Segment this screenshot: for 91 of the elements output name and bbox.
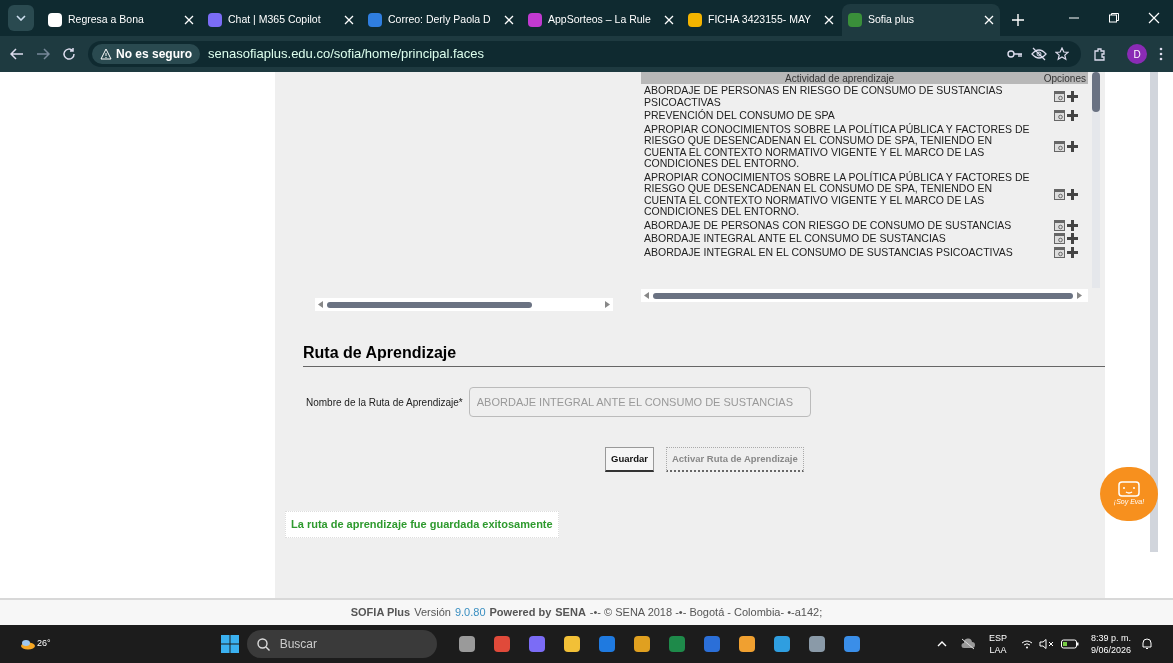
add-icon[interactable]	[1067, 110, 1078, 122]
tab-list-button[interactable]	[8, 5, 34, 31]
tab-title: Correo: Derly Paola D	[388, 12, 492, 28]
extensions-icon[interactable]	[1093, 47, 1107, 61]
browser-tab[interactable]: Chat | M365 Copilot	[202, 4, 360, 36]
detail-icon[interactable]	[1054, 91, 1065, 102]
tab-title: Chat | M365 Copilot	[228, 12, 322, 28]
add-icon[interactable]	[1067, 141, 1078, 152]
scroll-left-icon[interactable]	[644, 292, 649, 299]
detail-icon[interactable]	[1054, 189, 1065, 200]
detail-icon[interactable]	[1054, 141, 1065, 152]
close-icon[interactable]	[824, 15, 834, 25]
vertical-scrollbar[interactable]	[1092, 72, 1100, 288]
add-icon[interactable]	[1067, 91, 1078, 102]
speaker-muted-icon[interactable]	[1038, 639, 1055, 649]
close-icon[interactable]	[1148, 12, 1160, 24]
address-bar[interactable]: No es seguro senasofiaplus.edu.co/sofia/home/principal.faces	[88, 41, 1081, 67]
star-icon[interactable]	[1055, 47, 1069, 61]
footer-text: -•- © SENA 2018 -•- Bogotá - Colombia- •-a142;	[589, 605, 823, 621]
detail-icon[interactable]	[1054, 219, 1065, 231]
column-header: Opciones	[1042, 74, 1087, 84]
browser-tab[interactable]: FICHA 3423155- MAY	[682, 4, 840, 36]
weather-widget[interactable]: 26°	[20, 637, 51, 651]
forward-icon[interactable]	[36, 47, 50, 61]
scroll-right-icon[interactable]	[605, 301, 610, 308]
table-cell-text: PREVENCIÓN DEL CONSUMO DE SPA	[643, 110, 836, 122]
detail-icon[interactable]	[1054, 110, 1065, 122]
warning-icon[interactable]	[100, 48, 112, 60]
table-cell-text: ABORDAJE INTEGRAL ANTE EL CONSUMO DE SUSTANCIAS	[643, 233, 947, 245]
back-icon[interactable]	[10, 47, 24, 61]
eye-off-icon[interactable]	[1031, 47, 1047, 61]
add-icon[interactable]	[1067, 246, 1078, 258]
battery-icon[interactable]	[1060, 639, 1079, 649]
cloud-off-icon[interactable]	[960, 638, 975, 650]
action-button: Activar Ruta de Aprendizaje	[665, 447, 804, 472]
tab-title: Regresa a Bona	[68, 12, 145, 28]
add-icon[interactable]	[1067, 189, 1078, 200]
tab-title: AppSorteos – La Rule	[548, 12, 652, 28]
weather-icon[interactable]	[20, 638, 36, 650]
start-icon[interactable]	[220, 635, 239, 653]
close-icon[interactable]	[504, 15, 514, 25]
search-field[interactable]: Buscar	[246, 630, 437, 658]
detail-icon[interactable]	[1054, 246, 1065, 258]
chevron-up-icon[interactable]	[936, 641, 947, 647]
close-icon[interactable]	[184, 15, 194, 25]
close-icon[interactable]	[664, 15, 674, 25]
detail-icon[interactable]	[1054, 233, 1065, 245]
tab-title: Sofia plus	[868, 12, 916, 28]
section-heading: Ruta de Aprendizaje	[303, 341, 1105, 367]
profile-avatar[interactable]: D	[1127, 44, 1147, 64]
new-tab-icon[interactable]	[1012, 14, 1024, 26]
table-cell-text: APROPIAR CONOCIMIENTOS SOBRE LA POLÍTICA PÚBLICA Y FACTORES DE RIESGO QUE DESENCADENAN EL CONSUMO DE SPA, TENIENDO EN CUENTA EL CONTEXTO NORMATIVO VIGENTE Y EL MARCO DE LAS CONDICIONES DEL ENTORNO.	[643, 171, 1031, 218]
close-icon[interactable]	[344, 15, 354, 25]
chevron-down-icon	[16, 15, 26, 21]
success-message: La ruta de aprendizaje fue guardada exitosamente	[285, 511, 559, 538]
table-cell-text: ABORDAJE DE PERSONAS CON RIESGO DE CONSUMO DE SUSTANCIAS	[643, 219, 1013, 231]
security-label: No es seguro	[116, 46, 193, 63]
scroll-left-icon[interactable]	[318, 301, 323, 308]
action-button[interactable]: Guardar	[605, 447, 654, 472]
menu-icon[interactable]	[1159, 47, 1163, 61]
url-text: senasofiaplus.edu.co/sofia/home/principal.faces	[208, 45, 485, 64]
horizontal-scrollbar[interactable]	[641, 289, 1088, 302]
footer-text: Powered by	[489, 605, 552, 621]
table-cell-text: ABORDAJE INTEGRAL EN EL CONSUMO DE SUSTANCIAS PSICOACTIVAS	[643, 246, 1014, 258]
field-label: Nombre de la Ruta de Aprendizaje*	[306, 395, 463, 410]
clock[interactable]: 8:39 p. m. 9/06/2026	[1090, 632, 1131, 656]
wifi-icon[interactable]	[1020, 639, 1033, 649]
browser-tab[interactable]: Correo: Derly Paola D	[362, 4, 520, 36]
page-scrollbar[interactable]	[1150, 72, 1158, 552]
search-icon[interactable]	[256, 637, 270, 651]
browser-tab[interactable]: AppSorteos – La Rule	[522, 4, 680, 36]
browser-tab[interactable]: Regresa a Bona	[42, 4, 200, 36]
key-icon[interactable]	[1007, 49, 1023, 59]
table-cell-text: APROPIAR CONOCIMIENTOS SOBRE LA POLÍTICA PÚBLICA Y FACTORES DE RIESGO QUE DESENCADENAN EL CONSUMO DE SPA, TENIENDO EN CUENTA EL CONTEXTO NORMATIVO VIGENTE Y EL MARCO DE LAS CONDICIONES DEL ENTORNO.	[643, 123, 1031, 170]
table-cell-text: ABORDAJE DE PERSONAS EN RIESGO DE CONSUMO DE SUSTANCIAS PSICOACTIVAS	[643, 85, 1004, 108]
add-icon[interactable]	[1067, 233, 1078, 245]
language-indicator[interactable]: ESP LAA	[988, 632, 1007, 656]
tab-title: FICHA 3423155- MAY	[708, 12, 813, 28]
reload-icon[interactable]	[62, 47, 76, 61]
close-icon[interactable]	[984, 15, 994, 25]
scroll-right-icon[interactable]	[1077, 292, 1082, 299]
security-chip[interactable]: No es seguro	[92, 44, 201, 64]
horizontal-scrollbar[interactable]	[315, 298, 613, 311]
footer-text: SENA	[555, 605, 586, 621]
add-icon[interactable]	[1067, 219, 1078, 231]
bell-icon[interactable]	[1141, 638, 1153, 650]
column-header: Actividad de aprendizaje	[784, 74, 895, 84]
restore-icon[interactable]	[1108, 12, 1120, 24]
browser-tab[interactable]: Sofia plus	[842, 4, 1000, 36]
footer-text: SOFIA Plus	[350, 605, 411, 621]
footer-text: Versión	[414, 605, 451, 621]
